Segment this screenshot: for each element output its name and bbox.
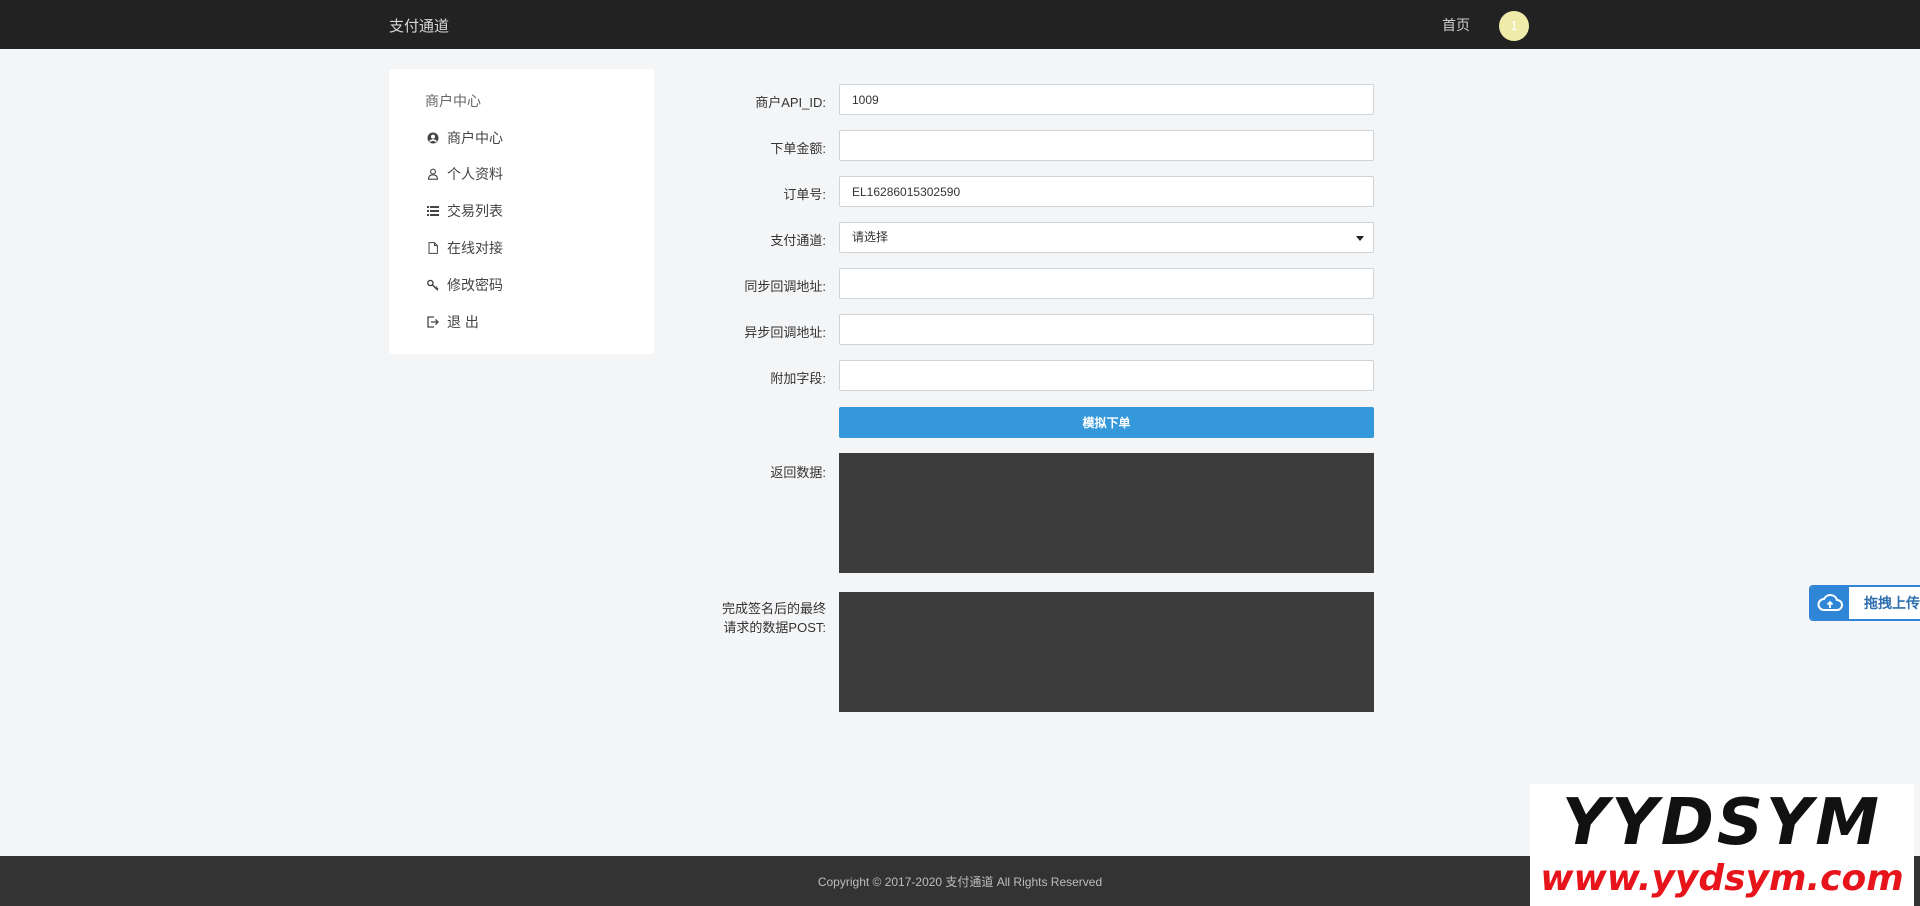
sidebar-item-integration[interactable]: 在线对接 — [427, 237, 503, 259]
amount-input[interactable] — [839, 130, 1374, 161]
home-link[interactable]: 首页 — [1442, 15, 1470, 35]
sidebar-item-logout[interactable]: 退 出 — [427, 311, 479, 333]
chevron-down-icon — [1356, 236, 1364, 241]
order-number-input[interactable] — [839, 176, 1374, 207]
async-callback-input[interactable] — [839, 314, 1374, 345]
final-post-label: 完成签名后的最终 请求的数据POST: — [666, 599, 826, 637]
drag-upload-label: 拖拽上传 — [1864, 595, 1920, 611]
sidebar-item-change-password[interactable]: 修改密码 — [427, 274, 503, 296]
final-post-label-line1: 完成签名后的最终 — [721, 601, 826, 616]
sidebar-item-label: 个人资料 — [447, 166, 503, 182]
sidebar-item-label: 商户中心 — [447, 130, 503, 146]
sidebar-item-transactions[interactable]: 交易列表 — [427, 200, 503, 222]
key-icon — [427, 279, 439, 291]
sidebar-item-profile[interactable]: 个人资料 — [427, 163, 503, 185]
cloud-upload-icon — [1811, 587, 1849, 619]
channel-select-value: 请选择 — [852, 230, 889, 244]
order-number-label: 订单号: — [783, 187, 826, 202]
sidebar-item-label: 退 出 — [447, 314, 479, 330]
user-circle-icon — [427, 132, 439, 144]
watermark-url: www.yydsym.com — [1540, 858, 1904, 899]
sidebar: 商户中心 商户中心 个人资料 交易列表 在线对接 修改密码 退 出 — [389, 69, 654, 354]
final-post-textarea[interactable] — [839, 592, 1374, 712]
sync-callback-label: 同步回调地址: — [744, 279, 826, 294]
return-data-textarea[interactable] — [839, 453, 1374, 573]
watermark-title: YYDSYM — [1562, 786, 1882, 860]
sync-callback-input[interactable] — [839, 268, 1374, 299]
api-id-input[interactable] — [839, 84, 1374, 115]
sidebar-item-label: 交易列表 — [447, 203, 503, 219]
amount-label: 下单金额: — [770, 141, 826, 156]
extra-field-label: 附加字段: — [770, 371, 826, 386]
sidebar-item-merchant-center[interactable]: 商户中心 — [427, 127, 503, 149]
watermark-logo: YYDSYM www.yydsym.com — [1530, 784, 1914, 906]
async-callback-label: 异步回调地址: — [744, 325, 826, 340]
file-icon — [427, 242, 439, 254]
sidebar-title: 商户中心 — [425, 93, 481, 109]
channel-select[interactable]: 请选择 — [839, 222, 1374, 253]
final-post-label-line2: 请求的数据POST: — [723, 620, 826, 635]
sign-out-icon — [427, 316, 439, 328]
extra-field-input[interactable] — [839, 360, 1374, 391]
api-id-label: 商户API_ID: — [755, 95, 826, 110]
drag-upload-tab[interactable]: 拖拽上传 — [1809, 585, 1920, 621]
list-icon — [427, 205, 439, 217]
user-icon — [427, 168, 439, 180]
sidebar-item-label: 在线对接 — [447, 240, 503, 256]
channel-label: 支付通道: — [770, 233, 826, 248]
simulate-order-button[interactable]: 模拟下单 — [839, 407, 1374, 438]
return-data-label: 返回数据: — [770, 465, 826, 480]
brand-title[interactable]: 支付通道 — [389, 15, 449, 36]
avatar[interactable]: 1 — [1499, 11, 1529, 41]
sidebar-item-label: 修改密码 — [447, 277, 503, 293]
top-navbar: 支付通道 首页 1 — [0, 0, 1920, 49]
